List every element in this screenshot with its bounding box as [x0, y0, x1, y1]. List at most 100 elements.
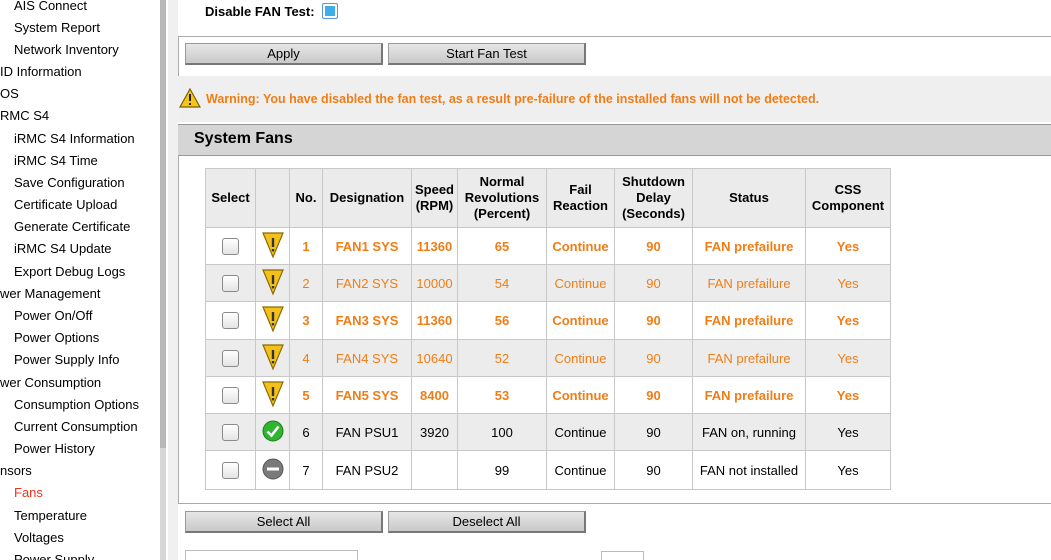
css-component: Yes [805, 413, 891, 451]
sidebar-item-power-options[interactable]: Power Options [14, 330, 99, 345]
sidebar-nav: AIS Connect System Report Network Inventor… [0, 0, 160, 560]
shutdown-delay: 90 [614, 376, 693, 414]
sidebar-scrollbar[interactable] [160, 0, 166, 560]
sidebar-item-current-consumption[interactable]: Current Consumption [14, 419, 138, 434]
disable-fan-test-checkbox[interactable] [322, 3, 338, 19]
divider [178, 155, 179, 503]
sidebar-item-id-information[interactable]: ID Information [0, 64, 82, 79]
section-header: System Fans [178, 124, 1051, 156]
fan-speed [411, 450, 458, 490]
bottom-control[interactable] [601, 551, 644, 560]
fan-status: FAN prefailure [692, 376, 806, 414]
fans-table: Select No. Designation Speed (RPM) Normal Re… [205, 168, 891, 490]
sidebar-item-power-supply[interactable]: Power Supply [14, 552, 94, 560]
row-select-checkbox[interactable] [222, 349, 239, 367]
warning-icon [261, 306, 284, 333]
fail-reaction: Continue [546, 376, 615, 414]
apply-button[interactable]: Apply [185, 43, 383, 65]
sidebar-item-power-supply-info[interactable]: Power Supply Info [14, 352, 120, 367]
warning-icon [261, 268, 284, 296]
warning-icon [261, 231, 284, 259]
start-fan-test-button[interactable]: Start Fan Test [388, 43, 586, 65]
sidebar-item-irmc-s4-information[interactable]: iRMC S4 Information [14, 131, 135, 146]
sidebar-item-generate-certificate[interactable]: Generate Certificate [14, 219, 130, 234]
row-select-checkbox[interactable] [222, 237, 239, 255]
fan-percent: 52 [457, 339, 547, 377]
row-select-checkbox[interactable] [222, 423, 239, 441]
fan-designation: FAN4 SYS [322, 339, 412, 377]
sidebar-item-wer-consumption[interactable]: wer Consumption [0, 375, 101, 390]
status-icon-cell [255, 301, 290, 340]
sidebar-item-rmc-s4[interactable]: RMC S4 [0, 108, 49, 123]
sidebar-item-power-on-off[interactable]: Power On/Off [14, 308, 93, 323]
fan-designation: FAN1 SYS [322, 227, 412, 265]
sidebar-item-power-history[interactable]: Power History [14, 441, 95, 456]
column-header-fail-reaction: Fail Reaction [546, 168, 615, 228]
sidebar-item-system-report[interactable]: System Report [14, 20, 100, 35]
row-select-checkbox[interactable] [222, 386, 239, 404]
column-header-normal-revolutions: Normal Revolutions (Percent) [457, 168, 547, 228]
sidebar-item-temperature[interactable]: Temperature [14, 508, 87, 523]
table-row: 4 FAN4 SYS 10640 52 Continue 90 FAN prefailure… [205, 339, 891, 377]
css-component: Yes [805, 339, 891, 377]
fan-designation: FAN PSU2 [322, 450, 412, 490]
row-select-checkbox[interactable] [222, 312, 239, 330]
not-installed-icon [262, 458, 283, 479]
fan-number: 4 [289, 339, 323, 377]
fan-speed: 8400 [411, 376, 458, 414]
sidebar-item-voltages[interactable]: Voltages [14, 530, 64, 545]
sidebar-item-irmc-s4-time[interactable]: iRMC S4 Time [14, 153, 98, 168]
fan-designation: FAN2 SYS [322, 264, 412, 302]
css-component: Yes [805, 450, 891, 490]
section-title: System Fans [194, 130, 293, 147]
row-select-checkbox[interactable] [222, 461, 239, 479]
column-header-shutdown-delay: Shutdown Delay (Seconds) [614, 168, 693, 228]
sidebar-item-nsors[interactable]: nsors [0, 463, 32, 478]
table-row: 5 FAN5 SYS 8400 53 Continue 90 FAN prefailure Y… [205, 376, 891, 414]
shutdown-delay: 90 [614, 301, 693, 340]
column-header-icon [255, 168, 290, 228]
sidebar-item-ais-connect[interactable]: AIS Connect [14, 0, 87, 13]
sidebar-scrollbar-thumb[interactable] [160, 0, 166, 448]
row-select-checkbox[interactable] [222, 274, 239, 292]
fan-status: FAN prefailure [692, 264, 806, 302]
table-row: 6 FAN PSU1 3920 100 Continue 90 FAN on, runnin… [205, 413, 891, 451]
ok-check-icon [262, 420, 283, 441]
fan-designation: FAN PSU1 [322, 413, 412, 451]
sidebar-item-certificate-upload[interactable]: Certificate Upload [14, 197, 117, 212]
sidebar-item-export-debug-logs[interactable]: Export Debug Logs [14, 264, 125, 279]
select-cell [205, 376, 256, 414]
sidebar-item-irmc-s4-update[interactable]: iRMC S4 Update [14, 241, 112, 256]
fan-number: 2 [289, 264, 323, 302]
fan-speed: 3920 [411, 413, 458, 451]
fan-speed: 10640 [411, 339, 458, 377]
sidebar-item-fans[interactable]: Fans [14, 485, 43, 500]
status-icon-cell [255, 450, 290, 490]
sidebar-item-consumption-options[interactable]: Consumption Options [14, 397, 139, 412]
shutdown-delay: 90 [614, 339, 693, 377]
warning-banner: Warning: You have disabled the fan test,… [178, 76, 1051, 122]
sidebar-item-os[interactable]: OS [0, 86, 19, 101]
bottom-control[interactable] [185, 550, 358, 560]
warning-triangle-icon [179, 88, 201, 108]
divider [178, 36, 1051, 37]
fan-designation: FAN5 SYS [322, 376, 412, 414]
css-component: Yes [805, 227, 891, 265]
divider [178, 36, 179, 76]
select-cell [205, 301, 256, 340]
status-icon-cell [255, 227, 290, 265]
column-header-no: No. [289, 168, 323, 228]
deselect-all-button[interactable]: Deselect All [388, 511, 586, 533]
column-header-designation: Designation [322, 168, 412, 228]
select-all-button[interactable]: Select All [185, 511, 383, 533]
table-header-row: Select No. Designation Speed (RPM) Normal Re… [205, 168, 891, 228]
sidebar-item-network-inventory[interactable]: Network Inventory [14, 42, 119, 57]
fan-number: 7 [289, 450, 323, 490]
css-component: Yes [805, 301, 891, 340]
select-cell [205, 264, 256, 302]
sidebar-item-save-configuration[interactable]: Save Configuration [14, 175, 125, 190]
column-header-select: Select [205, 168, 256, 228]
sidebar-item-wer-management[interactable]: wer Management [0, 286, 100, 301]
disable-fan-test-label: Disable FAN Test: [205, 4, 315, 19]
fan-percent: 100 [457, 413, 547, 451]
